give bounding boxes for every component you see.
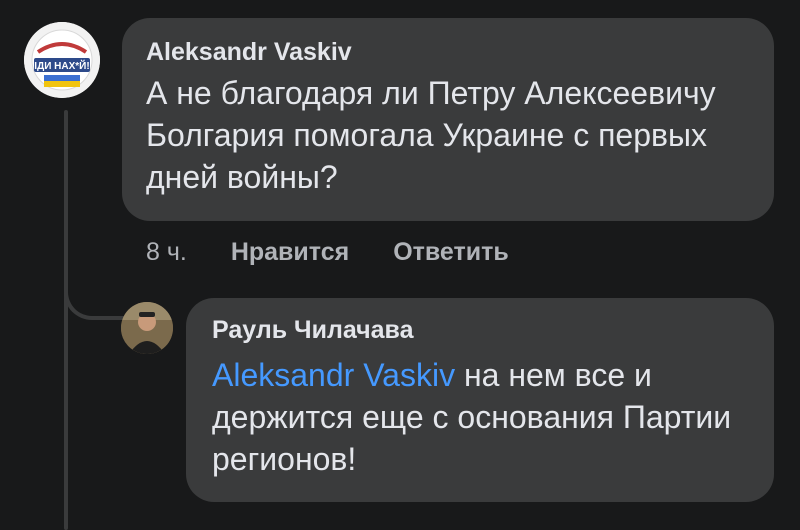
comment-author-name[interactable]: Aleksandr Vaskiv: [146, 36, 750, 68]
reply-bubble: Рауль Чилачава Aleksandr Vaskiv на нем в…: [186, 298, 774, 502]
mention-link[interactable]: Aleksandr Vaskiv: [212, 357, 455, 393]
reply-avatar-photo: [121, 302, 173, 354]
reply-connector-line: [64, 240, 124, 320]
avatar-patch-image: ІДИ НАХ*Й!: [24, 22, 100, 98]
svg-text:ІДИ НАХ*Й!: ІДИ НАХ*Й!: [34, 59, 89, 72]
reply-author-name[interactable]: Рауль Чилачава: [212, 314, 748, 346]
reply-button[interactable]: Ответить: [393, 238, 509, 267]
commenter-avatar[interactable]: ІДИ НАХ*Й!: [24, 22, 100, 98]
comment-text: А не благодаря ли Петру Алексеевичу Болг…: [146, 75, 716, 195]
comment-timestamp[interactable]: 8 ч.: [146, 238, 187, 267]
thread-line: [64, 110, 68, 530]
comment-actions: 8 ч. Нравится Ответить: [146, 238, 553, 267]
like-button[interactable]: Нравится: [231, 238, 349, 267]
reply-text: Aleksandr Vaskiv на нем все и держится е…: [212, 354, 748, 480]
reply-author-avatar[interactable]: [121, 302, 173, 354]
comment-bubble: Aleksandr Vaskiv А не благодаря ли Петру…: [122, 18, 774, 221]
